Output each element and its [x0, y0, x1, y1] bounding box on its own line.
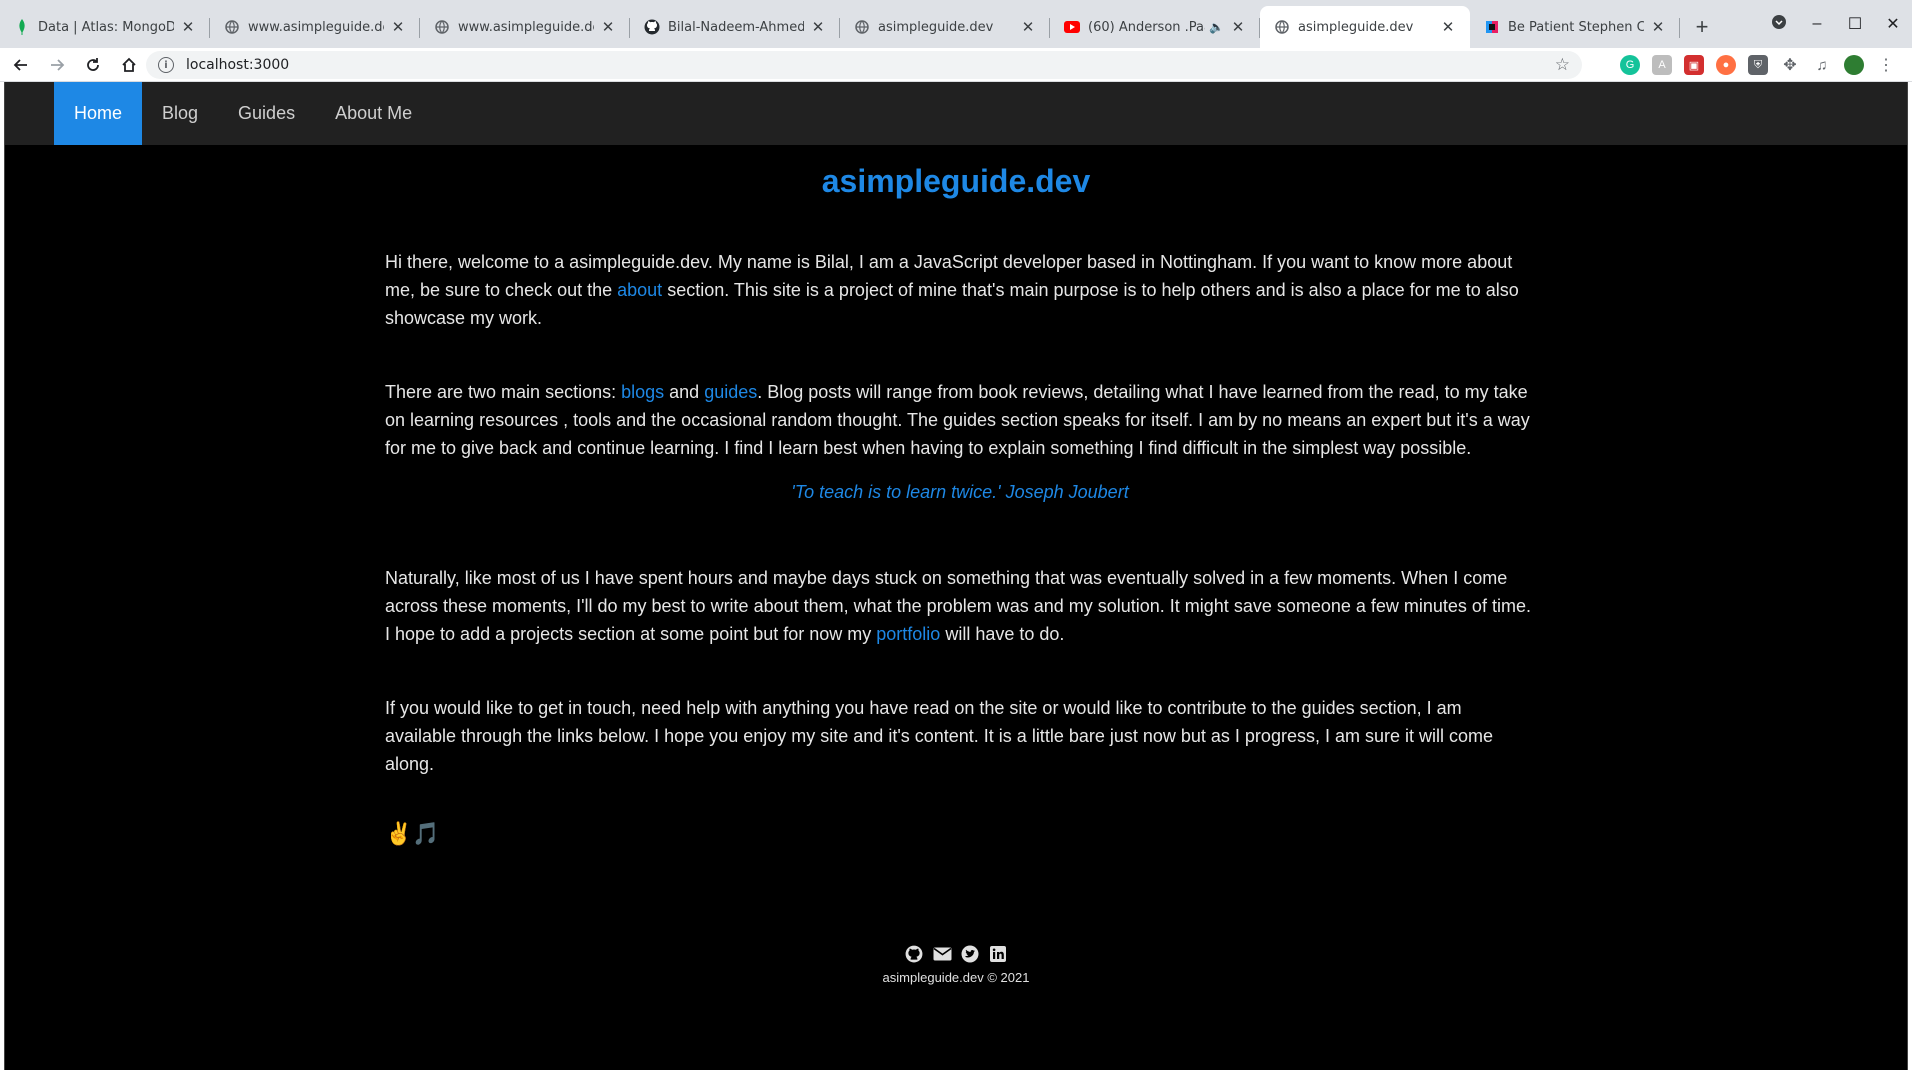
close-icon[interactable]: ✕ — [1650, 18, 1666, 36]
globe-icon — [224, 19, 240, 35]
new-tab-button[interactable]: + — [1684, 6, 1720, 48]
sections-paragraph: There are two main sections: blogs and g… — [385, 382, 1530, 458]
guides-link[interactable]: guides — [704, 382, 757, 402]
home-button[interactable] — [114, 50, 144, 80]
tab-title: Be Patient Stephen Colb — [1508, 19, 1644, 35]
nav-home[interactable]: Home — [54, 82, 143, 145]
ublock-icon[interactable]: ⛨ — [1748, 55, 1768, 75]
browser-tab[interactable]: Bilal-Nadeem-Ahmed (Bi ✕ — [630, 6, 840, 48]
linkedin-icon[interactable] — [988, 944, 1008, 964]
close-icon[interactable]: ✕ — [1440, 18, 1456, 36]
info-icon[interactable]: i — [158, 57, 174, 73]
quote: 'To teach is to learn twice.' Joseph Jou… — [791, 482, 1129, 502]
globe-icon — [1274, 19, 1290, 35]
blogs-link[interactable]: blogs — [621, 382, 664, 402]
tab-title: (60) Anderson .Paak — [1088, 19, 1205, 35]
browser-tab[interactable]: Be Patient Stephen Colb ✕ — [1470, 6, 1680, 48]
url-text: localhost:3000 — [186, 57, 290, 73]
extension-icon[interactable]: ▣ — [1684, 55, 1704, 75]
site-navbar: Home Blog Guides About Me — [5, 82, 1907, 145]
bookmark-star-icon[interactable]: ☆ — [1555, 55, 1570, 75]
avatar[interactable] — [1844, 55, 1864, 75]
menu-kebab-icon[interactable]: ⋮ — [1876, 55, 1896, 75]
browser-tab[interactable]: (60) Anderson .Paak 🔈 ✕ — [1050, 6, 1260, 48]
minimize-button[interactable]: – — [1798, 15, 1836, 33]
puzzle-icon[interactable]: ✥ — [1780, 55, 1800, 75]
browser-tab[interactable]: Data | Atlas: MongoDB At ✕ — [0, 6, 210, 48]
media-control-icon[interactable]: ♫ — [1812, 55, 1832, 75]
maximize-button[interactable]: ☐ — [1836, 14, 1874, 34]
browser-tabstrip: Data | Atlas: MongoDB At ✕ www.asimplegu… — [0, 0, 1912, 48]
speaker-icon[interactable]: 🔈 — [1209, 20, 1224, 34]
reload-button[interactable] — [78, 50, 108, 80]
browser-tab-active[interactable]: asimpleguide.dev ✕ — [1260, 6, 1470, 48]
address-bar[interactable]: i localhost:3000 ☆ — [146, 51, 1582, 79]
github-icon — [644, 19, 660, 35]
github-icon[interactable] — [904, 944, 924, 964]
nav-blog[interactable]: Blog — [142, 82, 218, 145]
globe-icon — [854, 19, 870, 35]
browser-toolbar: i localhost:3000 ☆ G A ▣ ● ⛨ ✥ ♫ ⋮ — [0, 48, 1912, 82]
mongodb-leaf-icon — [14, 19, 30, 35]
browser-tab[interactable]: www.asimpleguide.dev ✕ — [420, 6, 630, 48]
browser-tab[interactable]: asimpleguide.dev ✕ — [840, 6, 1050, 48]
youtube-icon — [1064, 19, 1080, 35]
close-icon[interactable]: ✕ — [1230, 18, 1246, 36]
tab-title: Data | Atlas: MongoDB At — [38, 19, 174, 35]
close-icon[interactable]: ✕ — [1020, 18, 1036, 36]
close-icon[interactable]: ✕ — [600, 18, 616, 36]
globe-icon — [434, 19, 450, 35]
web-page: Home Blog Guides About Me asimpleguide.d… — [4, 82, 1908, 1070]
extension-icon[interactable]: A — [1652, 55, 1672, 75]
close-icon[interactable]: ✕ — [180, 18, 196, 36]
solutions-paragraph: Naturally, like most of us I have spent … — [385, 568, 1531, 644]
contact-paragraph: If you would like to get in touch, need … — [385, 698, 1493, 774]
tab-search-icon[interactable] — [1760, 14, 1798, 35]
tab-title: asimpleguide.dev — [878, 19, 994, 35]
close-icon[interactable]: ✕ — [810, 18, 826, 36]
twitter-icon[interactable] — [960, 944, 980, 964]
nav-about-me[interactable]: About Me — [315, 82, 432, 145]
mail-icon[interactable] — [932, 944, 952, 964]
about-link[interactable]: about — [617, 280, 662, 300]
close-icon[interactable]: ✕ — [390, 18, 406, 36]
copyright-text: asimpleguide.dev © 2021 — [882, 970, 1030, 985]
portfolio-link[interactable]: portfolio — [876, 624, 940, 644]
main-content: Hi there, welcome to a asimpleguide.dev.… — [385, 248, 1535, 848]
site-title: asimpleguide.dev — [821, 163, 1091, 199]
tab-title: www.asimpleguide.dev — [248, 19, 384, 35]
extension-icon[interactable]: ● — [1716, 55, 1736, 75]
tab-title: www.asimpleguide.dev — [458, 19, 594, 35]
back-button[interactable] — [6, 50, 36, 80]
window-controls: – ☐ ✕ — [1760, 0, 1912, 48]
close-window-button[interactable]: ✕ — [1874, 14, 1912, 34]
forward-button[interactable] — [42, 50, 72, 80]
social-icons — [5, 944, 1907, 964]
tab-title: asimpleguide.dev — [1298, 19, 1414, 35]
grammarly-icon[interactable]: G — [1620, 55, 1640, 75]
intro-paragraph: Hi there, welcome to a asimpleguide.dev.… — [385, 252, 1519, 328]
doc-icon — [1484, 19, 1500, 35]
tab-title: Bilal-Nadeem-Ahmed (Bi — [668, 19, 804, 35]
emoji-line: ✌🎵 — [385, 821, 440, 846]
site-footer: asimpleguide.dev © 2021 — [5, 944, 1907, 985]
nav-guides[interactable]: Guides — [218, 82, 315, 145]
extensions-bar: G A ▣ ● ⛨ ✥ ♫ ⋮ — [1620, 48, 1908, 82]
browser-tab[interactable]: www.asimpleguide.dev ✕ — [210, 6, 420, 48]
